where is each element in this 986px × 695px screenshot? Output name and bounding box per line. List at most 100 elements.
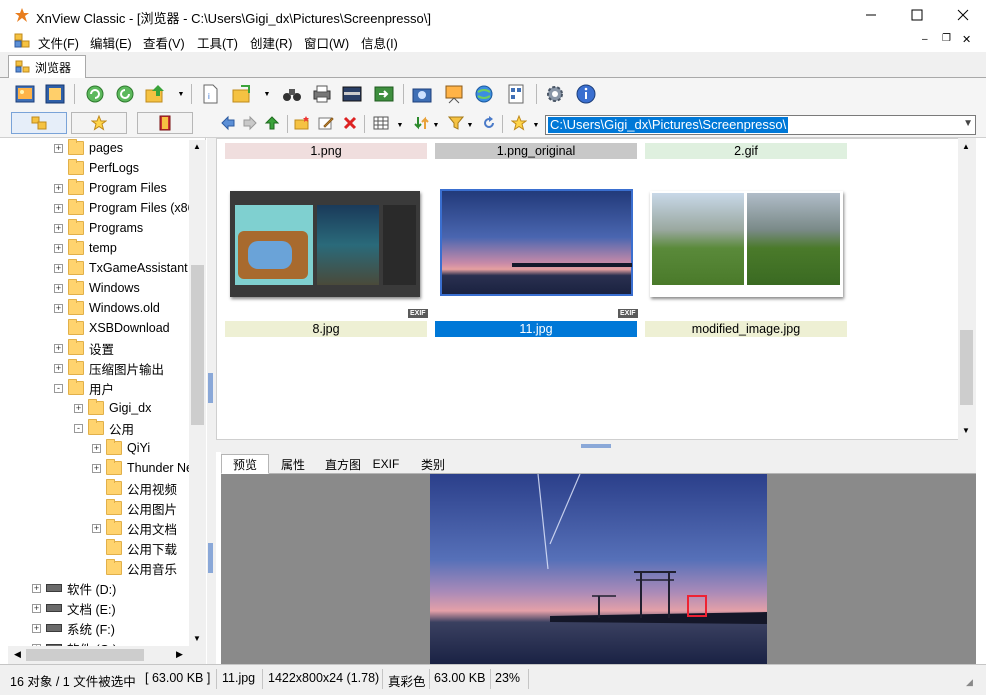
- file-info-button[interactable]: i: [197, 81, 223, 107]
- slideshow-button[interactable]: [441, 81, 467, 107]
- expand-icon[interactable]: +: [32, 583, 41, 593]
- menu-edit[interactable]: 编辑(E): [90, 33, 132, 52]
- tree-node[interactable]: + 公用文档: [92, 518, 177, 538]
- menu-file[interactable]: 文件(F): [38, 33, 79, 52]
- new-folder-button[interactable]: [292, 113, 312, 133]
- mdi-close-button[interactable]: ✕: [962, 33, 971, 46]
- settings-button[interactable]: [542, 81, 568, 107]
- favorites-dropdown[interactable]: ▼: [532, 121, 540, 129]
- tree-node[interactable]: XSBDownload: [54, 318, 170, 338]
- expand-icon[interactable]: +: [54, 143, 63, 153]
- address-bar[interactable]: C:\Users\Gigi_dx\Pictures\Screenpresso\ …: [545, 115, 976, 135]
- tab-preview[interactable]: 预览: [221, 454, 269, 474]
- thumb-label-modified-image[interactable]: modified_image.jpg: [645, 321, 847, 337]
- thumb-label-8jpg[interactable]: 8.jpg: [225, 321, 427, 337]
- browser-mdi-icon[interactable]: [14, 33, 31, 49]
- sort-dropdown[interactable]: ▼: [432, 121, 440, 129]
- expand-icon[interactable]: +: [92, 443, 101, 453]
- tab-histogram[interactable]: 直方图: [321, 454, 365, 474]
- mdi-minimize-button[interactable]: –: [922, 34, 928, 45]
- address-dropdown[interactable]: ▼: [963, 118, 973, 129]
- move-to-button[interactable]: [229, 81, 255, 107]
- tree-node[interactable]: 公用视频: [92, 478, 177, 498]
- tree-node[interactable]: + Windows.old: [54, 298, 160, 318]
- tree-node[interactable]: + pages: [54, 138, 123, 158]
- collapse-icon[interactable]: -: [74, 423, 83, 433]
- splitter-grip-lower[interactable]: [208, 543, 213, 573]
- tree-horizontal-scrollbar[interactable]: ◀ ▶: [8, 646, 206, 664]
- expand-icon[interactable]: +: [54, 303, 63, 313]
- tree-node[interactable]: + 软件 (D:): [32, 578, 116, 598]
- tab-properties[interactable]: 属性: [273, 454, 313, 474]
- tree-node[interactable]: + TxGameAssistant: [54, 258, 188, 278]
- tree-node[interactable]: + 设置: [54, 338, 114, 358]
- menu-tools[interactable]: 工具(T): [197, 33, 238, 52]
- go-up-button[interactable]: [142, 81, 168, 107]
- scroll-down-arrow[interactable]: ▼: [962, 426, 970, 435]
- open-image-button[interactable]: [12, 81, 38, 107]
- expand-icon[interactable]: +: [92, 463, 101, 473]
- scanner-button[interactable]: [339, 81, 365, 107]
- tree-node[interactable]: - 用户: [54, 378, 114, 398]
- tree-node[interactable]: 公用音乐: [92, 558, 177, 578]
- mdi-restore-button[interactable]: ❐: [942, 33, 951, 44]
- tree-scroll-thumb[interactable]: [191, 265, 204, 425]
- splitter-grip[interactable]: [208, 373, 213, 403]
- menu-info[interactable]: 信息(I): [361, 33, 398, 52]
- reload-button[interactable]: [112, 81, 138, 107]
- thumb-label-1png[interactable]: 1.png: [225, 143, 427, 159]
- expand-icon[interactable]: +: [32, 603, 41, 613]
- categories-panel-button[interactable]: [137, 112, 193, 134]
- parent-folder-button[interactable]: [262, 113, 282, 133]
- expand-icon[interactable]: +: [54, 283, 63, 293]
- tree-node[interactable]: 公用图片: [92, 498, 177, 518]
- tree-node[interactable]: + Program Files (x86): [54, 198, 199, 218]
- filter-dropdown[interactable]: ▼: [466, 121, 474, 129]
- scroll-left-arrow[interactable]: ◀: [14, 649, 21, 660]
- close-button[interactable]: [940, 0, 986, 30]
- contact-sheet-button[interactable]: [503, 81, 529, 107]
- thumb-label-1png-original[interactable]: 1.png_original: [435, 143, 637, 159]
- image-preview[interactable]: [221, 474, 976, 664]
- refresh-browser-button[interactable]: [479, 113, 499, 133]
- favorites-button[interactable]: [509, 113, 529, 133]
- expand-icon[interactable]: +: [54, 183, 63, 193]
- tree-node[interactable]: + 系统 (F:): [32, 618, 115, 638]
- thumb-label-11jpg[interactable]: 11.jpg: [435, 321, 637, 337]
- tab-browser[interactable]: 浏览器: [8, 55, 86, 78]
- capture-button[interactable]: [409, 81, 435, 107]
- tab-category[interactable]: 类别: [415, 454, 451, 474]
- scroll-up-arrow[interactable]: ▲: [193, 142, 201, 151]
- expand-icon[interactable]: +: [54, 363, 63, 373]
- expand-icon[interactable]: +: [32, 623, 41, 633]
- expand-icon[interactable]: +: [54, 343, 63, 353]
- thumbnail-scroll-thumb[interactable]: [960, 330, 973, 405]
- print-button[interactable]: [309, 81, 335, 107]
- tree-node[interactable]: + QiYi: [92, 438, 150, 458]
- expand-icon[interactable]: +: [54, 203, 63, 213]
- scroll-right-arrow[interactable]: ▶: [176, 649, 183, 660]
- splitter-grip[interactable]: [581, 444, 611, 448]
- move-to-dropdown[interactable]: ▼: [263, 90, 271, 98]
- menu-view[interactable]: 查看(V): [143, 33, 185, 52]
- tree-node[interactable]: PerfLogs: [54, 158, 139, 178]
- delete-button[interactable]: [340, 113, 360, 133]
- thumbnail-8jpg[interactable]: [230, 191, 420, 297]
- collapse-icon[interactable]: -: [54, 383, 63, 393]
- search-button[interactable]: [279, 81, 305, 107]
- tree-node[interactable]: 公用下载: [92, 538, 177, 558]
- back-button[interactable]: [218, 113, 238, 133]
- convert-button[interactable]: [371, 81, 397, 107]
- tree-node[interactable]: + Programs: [54, 218, 143, 238]
- horizontal-splitter[interactable]: [216, 440, 976, 452]
- thumb-label-2gif[interactable]: 2.gif: [645, 143, 847, 159]
- menu-window[interactable]: 窗口(W): [304, 33, 349, 52]
- filter-button[interactable]: [446, 113, 466, 133]
- tree-hscroll-thumb[interactable]: [26, 649, 144, 661]
- tree-node[interactable]: + 压缩图片输出: [54, 358, 164, 378]
- rename-button[interactable]: [316, 113, 336, 133]
- view-mode-button[interactable]: [371, 113, 391, 133]
- tree-node[interactable]: + Program Files: [54, 178, 167, 198]
- tree-node[interactable]: + temp: [54, 238, 117, 258]
- forward-button[interactable]: [240, 113, 260, 133]
